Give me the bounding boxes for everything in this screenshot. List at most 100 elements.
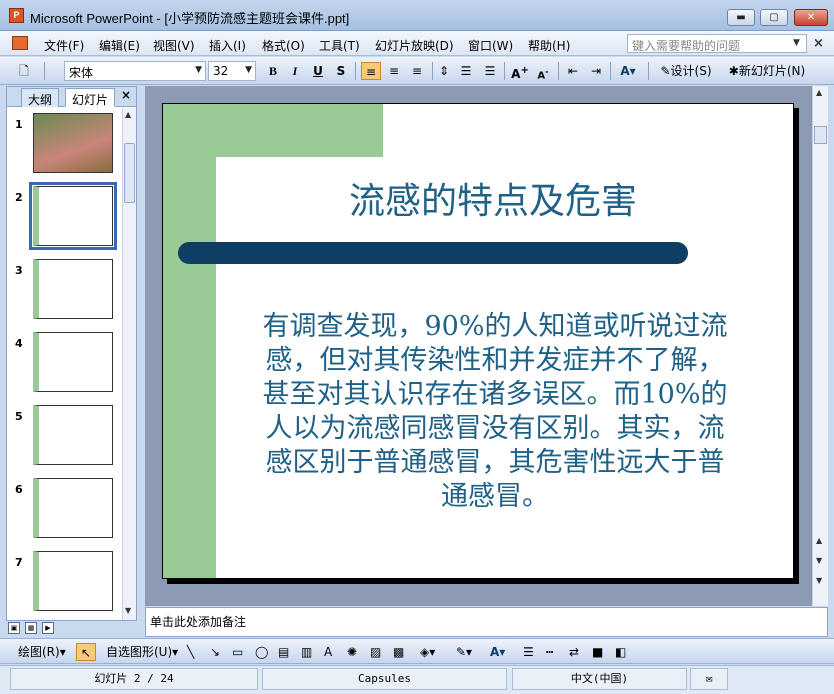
line-color-icon[interactable]: ✎▾ <box>456 643 472 661</box>
menu-help[interactable]: 帮助(H) <box>528 37 570 54</box>
align-right-icon[interactable]: ≡ <box>407 62 427 80</box>
maximize-icon: ▢ <box>769 12 779 23</box>
slide-thumbnail-4[interactable] <box>33 332 113 392</box>
slide-sorter-icon[interactable]: ▦ <box>25 622 37 634</box>
scroll-up-icon[interactable]: ▲ <box>816 88 822 97</box>
close-button[interactable]: ✕ <box>794 9 828 26</box>
shadow-style-icon[interactable]: ■ <box>592 643 603 661</box>
list-item[interactable]: 1 <box>7 113 122 183</box>
design-button[interactable]: ✎设计(S) <box>656 62 716 80</box>
slide-thumbnail-3[interactable] <box>33 259 113 319</box>
font-name-select[interactable]: 宋体 ▼ <box>64 61 206 81</box>
list-item[interactable]: 6 <box>7 478 122 548</box>
bullet-list-icon[interactable]: ☰ <box>482 62 498 80</box>
new-slide-button[interactable]: ✱新幻灯片(N) <box>722 62 812 80</box>
slide-title[interactable]: 流感的特点及危害 <box>243 172 743 224</box>
align-center-icon[interactable]: ≡ <box>384 62 404 80</box>
line-spacing-icon[interactable]: ⇕ <box>436 62 452 80</box>
tab-outline[interactable]: 大纲 <box>21 88 60 107</box>
next-slide-icon[interactable]: ▼ <box>816 556 822 565</box>
slide-thumbnail-1[interactable] <box>33 113 113 173</box>
current-slide[interactable]: 流感的特点及危害 有调查发现，90%的人知道或听说过流感，但对其传染性和并发症并… <box>162 103 794 579</box>
thumbnail-scrollbar[interactable]: ▲ ▼ <box>122 108 136 620</box>
decrease-indent-icon[interactable]: ⇤ <box>564 62 582 80</box>
rectangle-icon[interactable]: ▭ <box>232 643 243 661</box>
line-style-icon[interactable]: ☰ <box>523 643 534 661</box>
document-icon[interactable] <box>12 36 28 50</box>
shadow-button[interactable]: S <box>333 62 349 80</box>
slide-body-text[interactable]: 有调查发现，90%的人知道或听说过流感，但对其传染性和并发症并不了解，甚至对其认… <box>255 310 735 514</box>
slide-canvas: 流感的特点及危害 有调查发现，90%的人知道或听说过流感，但对其传染性和并发症并… <box>145 86 812 606</box>
font-size-select[interactable]: 32 ▼ <box>208 61 256 81</box>
list-item[interactable]: 5 <box>7 405 122 475</box>
line-icon[interactable]: ╲ <box>187 643 194 661</box>
slideshow-icon[interactable]: ▶ <box>42 622 54 634</box>
slide-thumbnail-2[interactable] <box>29 182 117 250</box>
scroll-up-icon[interactable]: ▲ <box>125 110 131 119</box>
italic-button[interactable]: I <box>287 62 303 80</box>
slide-thumbnail-7[interactable] <box>33 551 113 611</box>
font-name-value: 宋体 <box>69 66 94 80</box>
slide-number: 1 <box>15 118 23 131</box>
list-item[interactable]: 2 <box>7 182 122 256</box>
vertical-textbox-icon[interactable]: ▥ <box>301 643 312 661</box>
previous-slide-icon[interactable]: ▲ <box>816 536 822 545</box>
slide-scrollbar[interactable]: ▲ ▲ ▼ ▼ <box>812 86 828 606</box>
help-dropdown-icon[interactable]: ▼ <box>793 38 800 48</box>
3d-style-icon[interactable]: ◧ <box>615 643 626 661</box>
font-color-icon[interactable]: A▾ <box>614 62 642 80</box>
increase-indent-icon[interactable]: ⇥ <box>587 62 605 80</box>
menu-edit[interactable]: 编辑(E) <box>99 37 140 54</box>
arrow-icon[interactable]: ↘ <box>210 643 220 661</box>
scrollbar-thumb[interactable] <box>124 143 135 203</box>
list-item[interactable]: 4 <box>7 332 122 402</box>
textbox-icon[interactable]: ▤ <box>278 643 289 661</box>
scroll-down-icon[interactable]: ▼ <box>816 576 822 585</box>
scrollbar-thumb[interactable] <box>814 126 827 144</box>
spelling-icon[interactable]: ✉ <box>690 668 728 690</box>
slide-thumbnail-6[interactable] <box>33 478 113 538</box>
tab-slides[interactable]: 幻灯片 <box>65 88 116 107</box>
numbered-list-icon[interactable]: ☰ <box>458 62 474 80</box>
scroll-down-icon[interactable]: ▼ <box>125 606 131 615</box>
maximize-button[interactable]: ▢ <box>760 9 788 26</box>
menu-slideshow[interactable]: 幻灯片放映(D) <box>375 37 454 54</box>
menu-window[interactable]: 窗口(W) <box>468 37 513 54</box>
draw-menu-button[interactable]: 绘图(R)▾ <box>18 643 66 661</box>
dash-style-icon[interactable]: ┅ <box>546 643 553 661</box>
arrow-style-icon[interactable]: ⇄ <box>569 643 579 661</box>
document-close-icon[interactable]: × <box>813 36 824 51</box>
status-bar: 幻灯片 2 / 24 Capsules 中文(中国) ✉ <box>0 665 834 694</box>
text-color-icon[interactable]: A▾ <box>490 643 505 661</box>
notes-pane[interactable]: 单击此处添加备注 <box>145 607 828 637</box>
panel-close-icon[interactable]: × <box>121 88 131 102</box>
powerpoint-icon[interactable]: P <box>9 8 24 23</box>
list-item[interactable]: 7 <box>7 551 122 620</box>
slide-thumbnail-5[interactable] <box>33 405 113 465</box>
chevron-down-icon: ▼ <box>245 65 252 75</box>
picture-icon[interactable]: ▩ <box>393 643 404 661</box>
menu-insert[interactable]: 插入(I) <box>209 37 246 54</box>
increase-font-icon[interactable]: A+ <box>510 62 530 81</box>
list-item[interactable]: 3 <box>7 259 122 329</box>
menu-tools[interactable]: 工具(T) <box>319 37 360 54</box>
new-document-icon[interactable]: 🗋 <box>14 62 34 80</box>
select-cursor-icon[interactable]: ↖ <box>76 643 96 661</box>
decrease-font-icon[interactable]: A- <box>534 62 552 81</box>
normal-view-icon[interactable]: ▣ <box>8 622 20 634</box>
help-search-input[interactable]: 键入需要帮助的问题 <box>627 34 807 53</box>
autoshapes-button[interactable]: 自选图形(U)▾ <box>106 643 178 661</box>
clipart-icon[interactable]: ▨ <box>370 643 381 661</box>
menu-format[interactable]: 格式(O) <box>262 37 305 54</box>
minimize-button[interactable]: ▬ <box>727 9 755 26</box>
align-left-icon[interactable]: ≡ <box>361 62 381 80</box>
fill-color-icon[interactable]: ◈▾ <box>420 643 435 661</box>
underline-button[interactable]: U <box>310 62 326 80</box>
menu-view[interactable]: 视图(V) <box>153 37 195 54</box>
menu-file[interactable]: 文件(F) <box>44 37 84 54</box>
toolbar-separator <box>504 62 505 80</box>
bold-button[interactable]: B <box>265 62 281 80</box>
wordart-icon[interactable]: A <box>324 643 332 661</box>
oval-icon[interactable]: ◯ <box>255 643 268 661</box>
diagram-icon[interactable]: ✺ <box>347 643 357 661</box>
